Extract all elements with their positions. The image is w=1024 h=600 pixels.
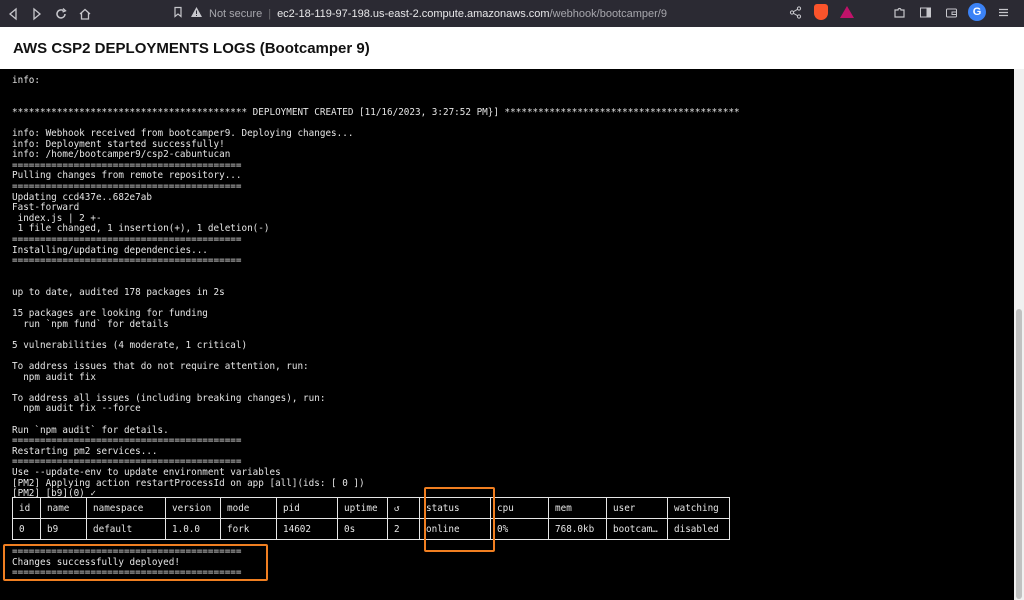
cell-namespace: default [86,518,166,540]
wallet-icon[interactable] [942,3,960,21]
col-header-watching: watching [667,497,730,519]
col-header-user: user [606,497,668,519]
log-line: info: [12,75,40,86]
cell-restarts: 2 [387,518,420,540]
col-header-id: id [12,497,41,519]
footer-separator: ========================================… [12,546,242,557]
brave-rewards-icon[interactable] [838,3,856,21]
col-header-mode: mode [220,497,277,519]
cell-name: b9 [40,518,87,540]
page-scrollbar[interactable] [1014,69,1024,600]
warning-icon[interactable] [190,6,203,21]
profile-letter: G [968,3,986,21]
url-host: ec2-18-119-97-198.us-east-2.compute.amaz… [277,7,550,20]
deploy-footer: ========================================… [12,546,242,579]
log-line: up to date, audited 178 packages in 2s [12,286,225,298]
page-header: AWS CSP2 DEPLOYMENTS LOGS (Bootcamper 9) [0,27,1024,69]
col-header-mem: mem [548,497,607,519]
back-icon[interactable] [2,3,24,25]
extensions-icon[interactable] [890,3,908,21]
col-header-name: name [40,497,87,519]
page-title: AWS CSP2 DEPLOYMENTS LOGS (Bootcamper 9) [13,39,370,57]
cell-id: 0 [12,518,41,540]
sidebar-icon[interactable] [916,3,934,21]
cell-mem: 768.0kb [548,518,607,540]
home-icon[interactable] [74,3,96,25]
scrollbar-thumb[interactable] [1016,309,1022,599]
not-secure-label[interactable]: Not secure [209,8,262,20]
profile-avatar[interactable]: G [968,3,986,21]
log-line: Use --update-env to update environment v… [12,466,281,478]
log-line: run `npm fund` for details [12,318,169,330]
log-line: 5 vulnerabilities (4 moderate, 1 critica… [12,339,248,351]
log-line: [PM2] Applying action restartProcessId o… [12,477,365,489]
log-line: ========================================… [12,255,242,267]
brave-shield-icon[interactable] [812,3,830,21]
pm2-process-table: id name namespace version mode pid uptim… [12,497,730,540]
col-header-cpu: cpu [490,497,549,519]
share-icon[interactable] [786,3,804,21]
cell-mode: fork [220,518,277,540]
col-header-uptime: uptime [337,497,388,519]
cell-user: bootcam… [606,518,668,540]
col-header-status: status [419,497,491,519]
menu-icon[interactable] [994,3,1012,21]
url-path: /webhook/bootcamper/9 [549,7,667,20]
col-header-restarts: ↺ [387,497,420,519]
url-text[interactable]: ec2-18-119-97-198.us-east-2.compute.amaz… [277,8,667,20]
log-line: ========================================… [12,435,242,447]
log-line: Updating ccd437e..682e7ab [12,191,152,203]
log-line: npm audit fix --force [12,403,141,415]
log-line: To address issues that do not require at… [12,361,309,373]
cell-version: 1.0.0 [165,518,221,540]
cell-cpu: 0% [490,518,549,540]
address-bar[interactable]: Not secure | ec2-18-119-97-198.us-east-2… [172,3,727,24]
col-header-pid: pid [276,497,338,519]
log-line: Fast-forward [12,202,80,214]
log-line: ========================================… [12,233,242,245]
footer-separator: ========================================… [12,567,242,579]
browser-toolbar: Not secure | ec2-18-119-97-198.us-east-2… [0,0,1024,27]
col-header-namespace: namespace [86,497,166,519]
log-line: ========================================… [12,180,242,192]
reload-icon[interactable] [50,3,72,25]
log-line: info: Webhook received from bootcamper9.… [12,127,354,139]
log-line: npm audit fix [12,371,96,383]
forward-icon[interactable] [26,3,48,25]
cell-uptime: 0s [337,518,388,540]
cell-watching: disabled [667,518,730,540]
log-line: To address all issues (including breakin… [12,392,326,404]
table-header-row: id name namespace version mode pid uptim… [12,497,730,519]
toolbar-right: G [786,3,1012,21]
cell-status: online [419,518,491,540]
log-line: ****************************************… [12,106,740,118]
cell-pid: 14602 [276,518,338,540]
col-header-version: version [165,497,221,519]
table-row: 0 b9 default 1.0.0 fork 14602 0s 2 onlin… [12,518,730,540]
bookmark-icon[interactable] [172,6,184,21]
url-separator: | [268,7,272,20]
